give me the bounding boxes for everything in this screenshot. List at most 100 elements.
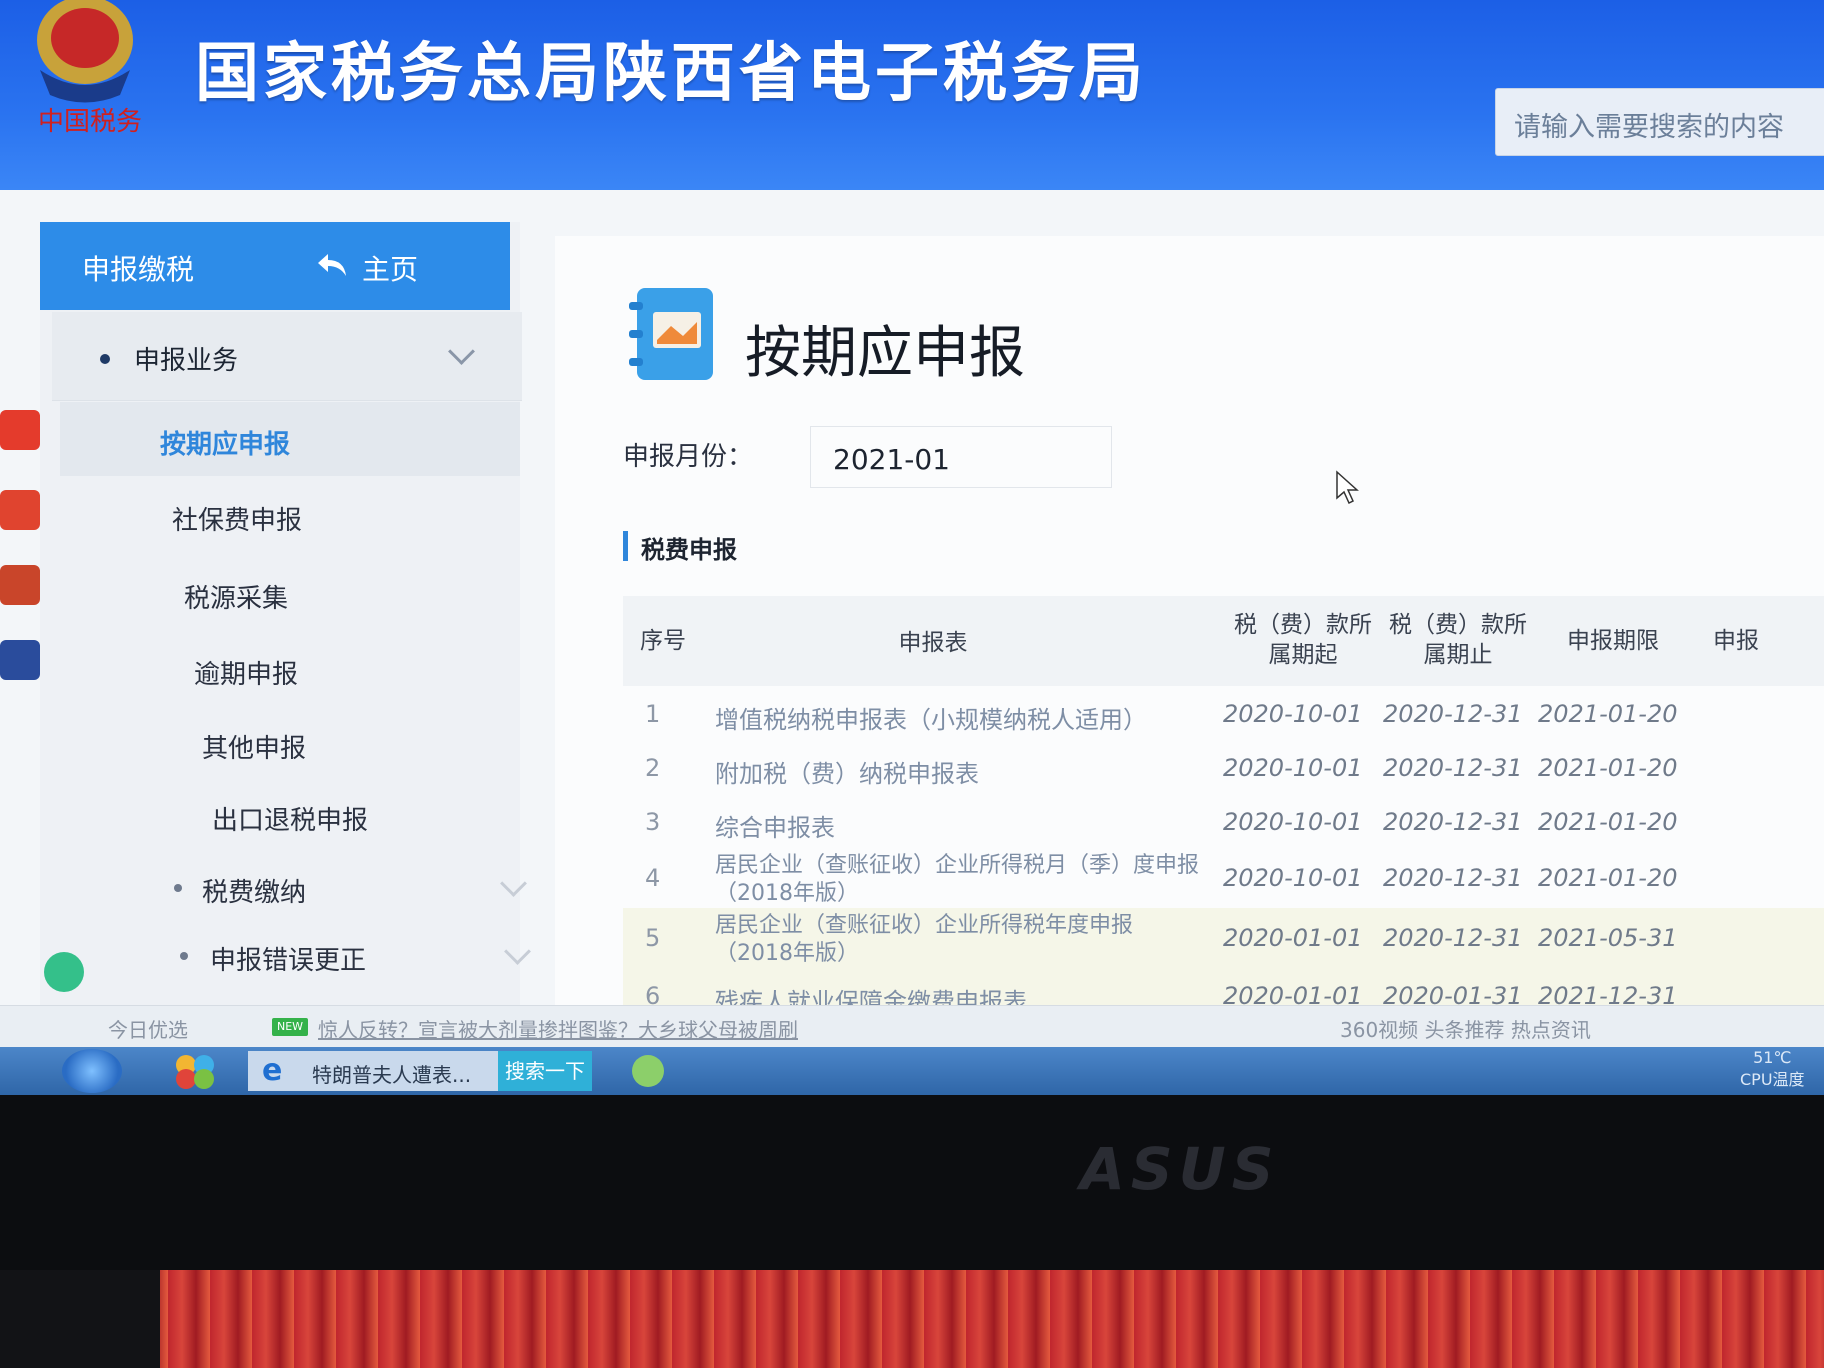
period-end: 2020-12-31 [1383, 864, 1523, 892]
month-label: 申报月份： [623, 442, 754, 472]
table-row[interactable]: 3 综合申报表 2020-10-01 2020-12-31 2021-01-20 [623, 794, 1824, 848]
report-book-icon [629, 288, 713, 380]
desktop-app-icon[interactable] [0, 565, 40, 605]
cpu-temp-label: CPU温度 [1740, 1070, 1805, 1089]
period-end: 2020-12-31 [1383, 808, 1523, 836]
cpu-temp-widget: 51℃ CPU温度 [1740, 1047, 1805, 1091]
screen: 中国税务 国家税务总局陕西省电子税务局 请输入需要搜索的内容 申报缴税 主页 申… [0, 0, 1824, 1095]
tablecloth [0, 1270, 1824, 1368]
sidebar-title: 申报缴税 [82, 253, 195, 286]
column-header: 申报表 [898, 630, 968, 656]
page-title: 按期应申报 [745, 321, 1025, 386]
sidebar-item-label: 其他申报 [202, 734, 307, 764]
form-link[interactable]: 附加税（费）纳税申报表 [715, 754, 979, 789]
monitor-bezel [0, 1095, 1824, 1270]
start-button[interactable] [62, 1049, 122, 1093]
sidebar-item-label: 税源采集 [184, 584, 289, 614]
floating-service-button[interactable] [44, 952, 84, 992]
chevron-down-icon [500, 870, 527, 897]
taskbar: e 特朗普夫人遭表... 搜索一下 51℃ CPU温度 [0, 1047, 1824, 1095]
sidebar-item-social-insurance[interactable]: 社保费申报 [64, 478, 524, 552]
period-start: 2020-10-01 [1223, 700, 1363, 728]
site-header: 中国税务 国家税务总局陕西省电子税务局 请输入需要搜索的内容 [0, 0, 1824, 190]
row-number: 1 [645, 700, 661, 728]
sidebar-item-overdue[interactable]: 逾期申报 [72, 632, 532, 706]
svg-text:中国税务: 中国税务 [38, 107, 142, 137]
bullet-icon [174, 884, 182, 892]
monitor-stand [0, 1270, 160, 1368]
row-number: 2 [645, 754, 661, 782]
sidebar-item-label: 逾期申报 [194, 660, 299, 690]
sidebar-group-correction[interactable]: 申报错误更正 [88, 918, 548, 992]
table-row[interactable]: 1 增值税纳税申报表（小规模纳税人适用） 2020-10-01 2020-12-… [623, 686, 1824, 740]
sidebar-group-label: 申报业务 [134, 346, 239, 376]
table-row[interactable]: 5 居民企业（查账征收）企业所得税年度申报（2018年版） 2020-01-01… [623, 908, 1824, 968]
sidebar-group-label: 税费缴纳 [202, 878, 307, 908]
sidebar-item-tax-source[interactable]: 税源采集 [68, 556, 528, 630]
desktop-app-icon[interactable] [0, 640, 40, 680]
sidebar-item-label: 按期应申报 [160, 430, 291, 460]
form-link[interactable]: 居民企业（查账征收）企业所得税月（季）度申报（2018年版） [715, 852, 1215, 908]
deadline: 2021-01-20 [1538, 754, 1678, 782]
column-header: 税（费）款所属期止 [1389, 612, 1527, 668]
task-title: 特朗普夫人遭表... [312, 1063, 472, 1087]
section-marker [623, 531, 628, 561]
back-arrow-icon[interactable] [316, 252, 348, 278]
period-start: 2020-10-01 [1223, 808, 1363, 836]
home-link[interactable]: 主页 [362, 248, 418, 288]
sidebar: 申报缴税 主页 申报业务 按期应申报 社保费申报 税源采集 逾期申报 其他申报 … [40, 222, 531, 1042]
table-row[interactable]: 4 居民企业（查账征收）企业所得税月（季）度申报（2018年版） 2020-10… [623, 848, 1824, 908]
sidebar-item-export-refund[interactable]: 出口退税申报 [80, 778, 540, 852]
deadline: 2021-01-20 [1538, 700, 1678, 728]
main-content: 按期应申报 申报月份： 2021-01 税费申报 序号 申报表 税（费）款所属期… [555, 236, 1824, 1036]
row-number: 3 [645, 808, 661, 836]
status-shortcuts[interactable]: 360视频 头条推荐 热点资讯 [1340, 1014, 1591, 1043]
ie-browser-icon: e [262, 1053, 283, 1088]
period-start: 2020-10-01 [1223, 754, 1363, 782]
today-picks-label[interactable]: 今日优选 [108, 1014, 188, 1043]
desktop-app-icon[interactable] [0, 490, 40, 530]
sidebar-item-label: 社保费申报 [172, 506, 303, 536]
sidebar-header: 申报缴税 主页 [40, 222, 510, 310]
sidebar-group-label: 申报错误更正 [210, 946, 367, 976]
site-title: 国家税务总局陕西省电子税务局 [195, 37, 1147, 111]
column-header: 序号 [640, 628, 686, 654]
period-end: 2020-12-31 [1383, 700, 1523, 728]
search-input[interactable]: 请输入需要搜索的内容 [1495, 88, 1824, 156]
table-row[interactable]: 2 附加税（费）纳税申报表 2020-10-01 2020-12-31 2021… [623, 740, 1824, 794]
tax-emblem-icon: 中国税务 [37, 0, 142, 137]
app-green-icon[interactable] [618, 1051, 678, 1091]
sidebar-item-other[interactable]: 其他申报 [76, 706, 536, 780]
app-launcher-icon[interactable] [168, 1051, 222, 1091]
news-link[interactable]: 惊人反转？宣言被大剂量掺拌图鉴？大乡球父母被周刷 [318, 1014, 798, 1043]
bullet-icon [180, 952, 188, 960]
table-header: 序号 申报表 税（费）款所属期起 税（费）款所属期止 申报期限 申报 [623, 596, 1824, 686]
form-link[interactable]: 综合申报表 [715, 808, 835, 843]
period-end: 2020-12-31 [1383, 754, 1523, 782]
column-header: 申报 [1713, 628, 1759, 654]
search-once-button[interactable]: 搜索一下 [498, 1051, 592, 1091]
row-number: 5 [645, 924, 661, 952]
form-link[interactable]: 增值税纳税申报表（小规模纳税人适用） [715, 700, 1147, 735]
sidebar-group-tax-payment[interactable]: 税费缴纳 [84, 850, 544, 924]
monitor-brand-logo: ASUS [1080, 1135, 1280, 1203]
mouse-cursor-icon [1336, 470, 1359, 505]
period-start: 2020-01-01 [1223, 924, 1363, 952]
row-number: 4 [645, 864, 661, 892]
period-start: 2020-10-01 [1223, 864, 1363, 892]
period-end: 2020-12-31 [1383, 924, 1523, 952]
deadline: 2021-01-20 [1538, 864, 1678, 892]
sidebar-item-label: 出口退税申报 [212, 806, 369, 836]
cpu-temp-value: 51℃ [1753, 1048, 1792, 1067]
sidebar-item-periodic-declare[interactable]: 按期应申报 [60, 402, 520, 476]
month-picker-input[interactable]: 2021-01 [810, 426, 1112, 488]
form-link[interactable]: 居民企业（查账征收）企业所得税年度申报（2018年版） [715, 912, 1195, 968]
sidebar-group-declare[interactable]: 申报业务 [52, 312, 522, 401]
taskbar-browser-task[interactable]: e 特朗普夫人遭表... [248, 1051, 498, 1091]
desktop-app-icon[interactable] [0, 410, 40, 450]
bullet-icon [100, 354, 110, 364]
browser-status-bar: 今日优选 NEW 惊人反转？宣言被大剂量掺拌图鉴？大乡球父母被周刷 360视频 … [0, 1005, 1824, 1048]
section-title: 税费申报 [641, 536, 737, 564]
chevron-down-icon [504, 938, 531, 965]
column-header: 税（费）款所属期起 [1234, 612, 1372, 668]
